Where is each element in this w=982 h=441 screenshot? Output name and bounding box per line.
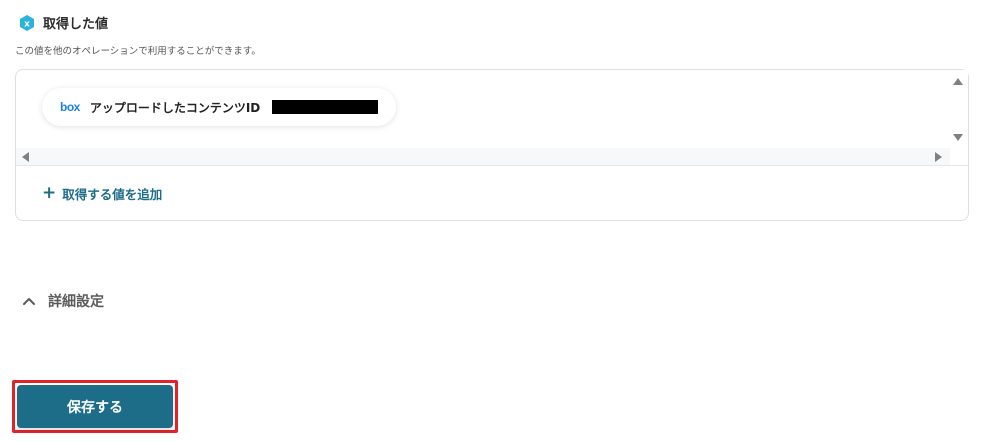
- redacted-value: [272, 100, 379, 114]
- scroll-up-arrow-icon[interactable]: [953, 78, 963, 85]
- scroll-right-arrow-icon[interactable]: [935, 152, 942, 162]
- section-description: この値を他のオペレーションで利用することができます。: [15, 46, 261, 57]
- value-chip-label: アップロードしたコンテンツID: [89, 100, 261, 115]
- save-button[interactable]: 保存する: [17, 385, 173, 428]
- scroll-down-arrow-icon[interactable]: [953, 134, 963, 141]
- box-logo-icon: box: [60, 100, 80, 114]
- section-header: x 取得した値: [18, 13, 108, 32]
- yoom-x-icon: x: [20, 14, 34, 31]
- plus-icon: +: [42, 183, 57, 203]
- chevron-up-icon: [23, 298, 35, 305]
- svg-text:x: x: [24, 19, 30, 29]
- value-chip[interactable]: box アップロードしたコンテンツID: [42, 88, 397, 126]
- add-value-button[interactable]: + 取得する値を追加: [42, 184, 162, 203]
- add-value-label: 取得する値を追加: [62, 187, 163, 202]
- values-panel: box アップロードしたコンテンツID + 取得する値を追加: [15, 69, 969, 221]
- details-label: 詳細設定: [48, 294, 104, 310]
- horizontal-scrollbar[interactable]: [16, 148, 950, 165]
- scroll-left-arrow-icon[interactable]: [22, 152, 29, 162]
- values-scroll-area: box アップロードしたコンテンツID: [16, 70, 968, 166]
- section-title: 取得した値: [43, 17, 109, 32]
- details-toggle[interactable]: 詳細設定: [22, 291, 104, 311]
